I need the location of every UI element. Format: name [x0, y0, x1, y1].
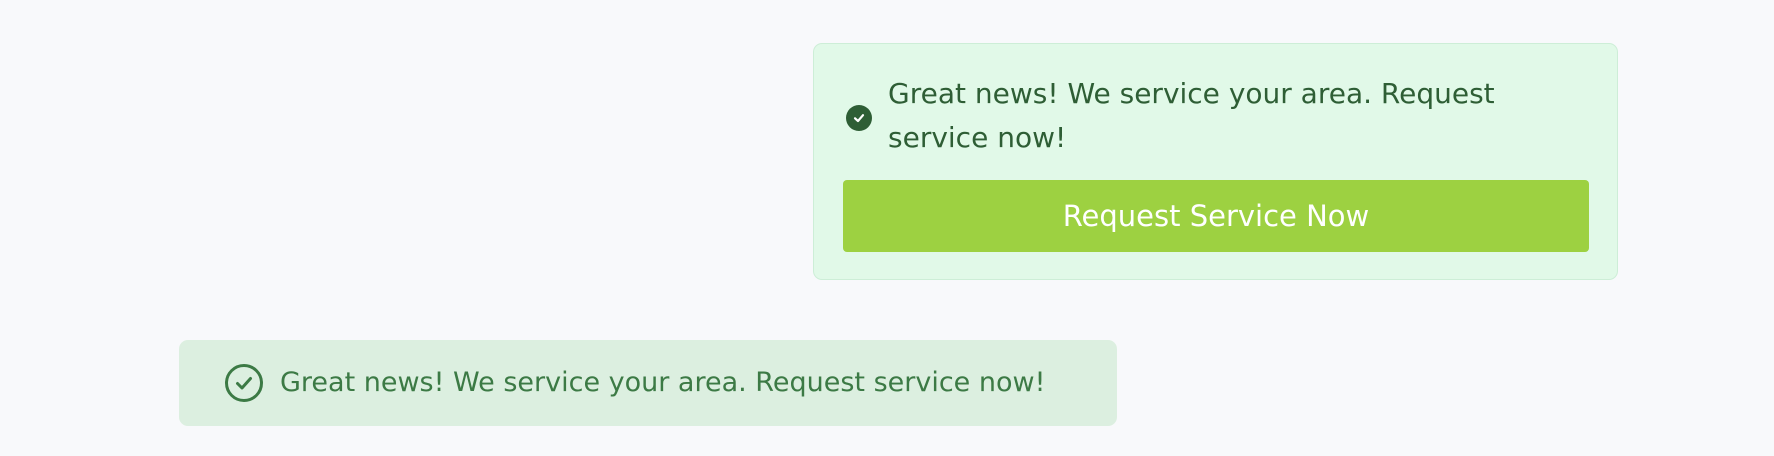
card-message: Great news! We service your area. Reques… — [888, 77, 1495, 154]
request-service-button[interactable]: Request Service Now — [843, 180, 1589, 252]
check-circle-filled-icon — [846, 105, 872, 131]
banner-message: Great news! We service your area. Reques… — [280, 367, 1046, 398]
check-circle-outline-icon — [224, 363, 264, 403]
service-available-banner: Great news! We service your area. Reques… — [179, 340, 1117, 426]
service-available-card: Great news! We service your area. Reques… — [813, 43, 1618, 280]
